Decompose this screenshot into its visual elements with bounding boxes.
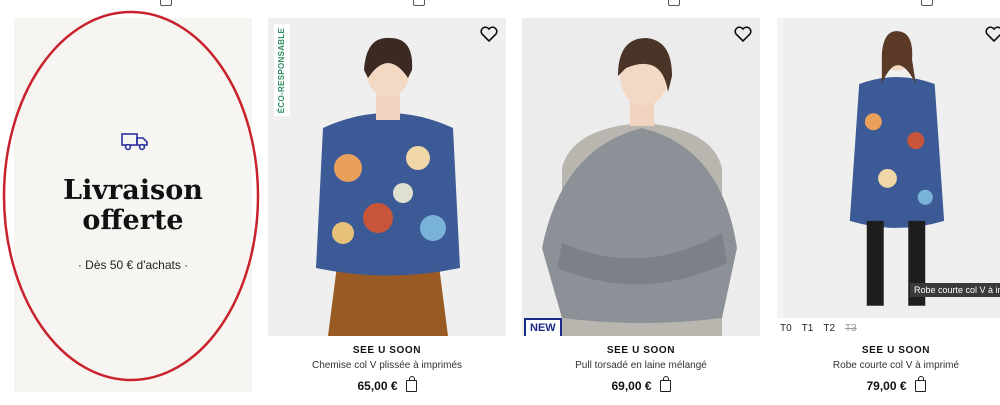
size-option[interactable]: T0	[780, 323, 792, 334]
product-price: 79,00 €	[866, 379, 907, 393]
bag-icon[interactable]	[659, 376, 671, 392]
bag-icon[interactable]	[405, 376, 417, 392]
product-name[interactable]: Robe courte col V à imprimé	[777, 360, 1000, 371]
size-option-unavailable: T3	[845, 323, 857, 334]
size-selector: T0 T1 T2 T3	[780, 323, 857, 334]
product-card-image[interactable]: NEW	[522, 18, 760, 336]
bag-icon	[413, 0, 425, 6]
product-card-image[interactable]: ÉCO-RESPONSABLE	[268, 18, 506, 336]
product-price-row: 69,00 €	[522, 376, 760, 393]
size-option[interactable]: T1	[802, 323, 814, 334]
product-brand: SEE U SOON	[352, 345, 422, 356]
product-price: 65,00 €	[357, 379, 398, 393]
product-name-tooltip: Robe courte col V à imprimé	[910, 283, 1000, 297]
bag-icon	[160, 0, 172, 6]
free-delivery-promo-card[interactable]: Livraison offerte · Dès 50 € d'achats ·	[14, 18, 252, 392]
bag-icon	[921, 0, 933, 6]
product-brand: SEE U SOON	[861, 345, 931, 356]
bag-icon	[668, 0, 680, 6]
product-price-row: 65,00 €	[268, 376, 506, 393]
product-info[interactable]: SEE U SOON Pull torsadé en laine mélangé…	[522, 345, 760, 393]
truck-icon	[121, 133, 148, 151]
product-photo	[783, 18, 1000, 318]
promo-subtitle: · Dès 50 € d'achats ·	[77, 258, 189, 272]
product-price-row: 79,00 €	[777, 376, 1000, 393]
product-name[interactable]: Chemise col V plissée à imprimés	[268, 360, 506, 371]
product-price: 69,00 €	[611, 379, 652, 393]
product-info[interactable]: SEE U SOON Robe courte col V à imprimé 7…	[777, 345, 1000, 393]
eco-responsible-badge: ÉCO-RESPONSABLE	[274, 24, 290, 116]
bag-icon[interactable]	[914, 376, 926, 392]
product-photo	[268, 18, 506, 336]
heart-icon[interactable]	[985, 26, 1000, 42]
product-info[interactable]: SEE U SOON Chemise col V plissée à impri…	[268, 345, 506, 393]
size-option[interactable]: T2	[823, 323, 835, 334]
product-name[interactable]: Pull torsadé en laine mélangé	[522, 360, 760, 371]
product-card-image[interactable]: ‹	[777, 18, 1000, 318]
product-photo	[522, 18, 760, 336]
heart-icon[interactable]	[734, 26, 752, 42]
new-badge: NEW	[524, 318, 562, 336]
heart-icon[interactable]	[480, 26, 498, 42]
promo-title: Livraison offerte	[63, 175, 203, 236]
previous-row-fragments	[0, 0, 1000, 8]
product-brand: SEE U SOON	[606, 345, 676, 356]
